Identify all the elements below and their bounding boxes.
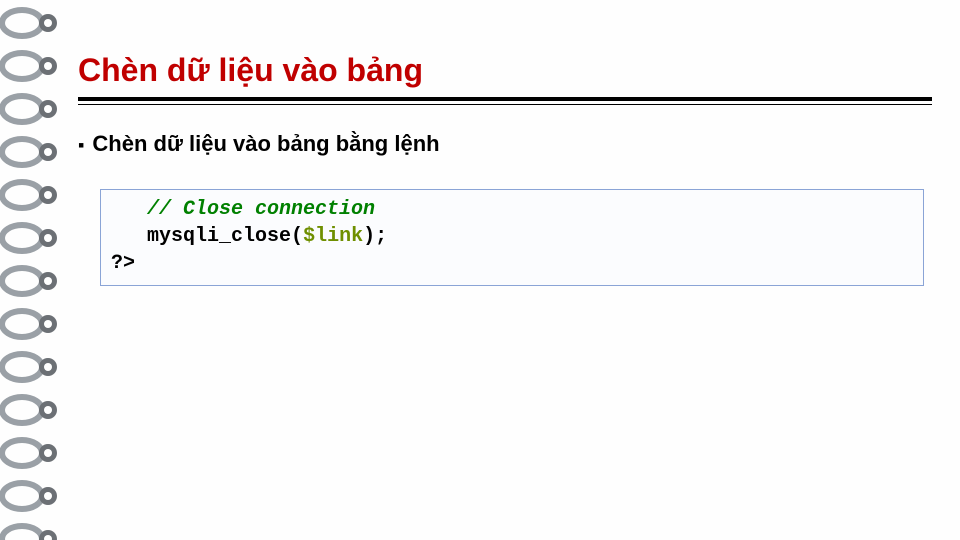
title-rule-thick (78, 97, 932, 101)
code-block: // Close connection mysqli_close($link);… (100, 189, 924, 286)
spiral-binding (0, 0, 62, 540)
code-var: $link (303, 225, 363, 248)
slide-body: ▪ Chèn dữ liệu vào bảng bằng lệnh // Clo… (78, 131, 932, 286)
code-indent (111, 198, 147, 221)
bullet-item: ▪ Chèn dữ liệu vào bảng bằng lệnh (78, 131, 932, 157)
code-php-end: ?> (111, 252, 135, 275)
code-indent (111, 225, 147, 248)
spiral-ring (0, 479, 62, 513)
spiral-ring (0, 350, 62, 384)
bullet-marker: ▪ (78, 135, 84, 156)
code-comment: // Close connection (147, 198, 375, 221)
spiral-ring (0, 49, 62, 83)
spiral-ring (0, 393, 62, 427)
spiral-ring (0, 436, 62, 470)
spiral-ring (0, 221, 62, 255)
code-fn: mysqli_close (147, 225, 291, 248)
slide-title: Chèn dữ liệu vào bảng (78, 52, 932, 95)
spiral-ring (0, 6, 62, 40)
title-rule-thin (78, 104, 932, 105)
code-close-paren: ); (363, 225, 387, 248)
spiral-ring (0, 135, 62, 169)
spiral-ring (0, 92, 62, 126)
spiral-ring (0, 264, 62, 298)
spiral-ring (0, 178, 62, 212)
spiral-ring (0, 522, 62, 540)
spiral-ring (0, 307, 62, 341)
slide-content: Chèn dữ liệu vào bảng ▪ Chèn dữ liệu vào… (78, 52, 932, 286)
code-open-paren: ( (291, 225, 303, 248)
bullet-lead: Chèn dữ liệu vào bảng (92, 131, 335, 156)
bullet-accent: bằng lệnh (336, 131, 440, 156)
bullet-text: Chèn dữ liệu vào bảng bằng lệnh (92, 131, 439, 157)
